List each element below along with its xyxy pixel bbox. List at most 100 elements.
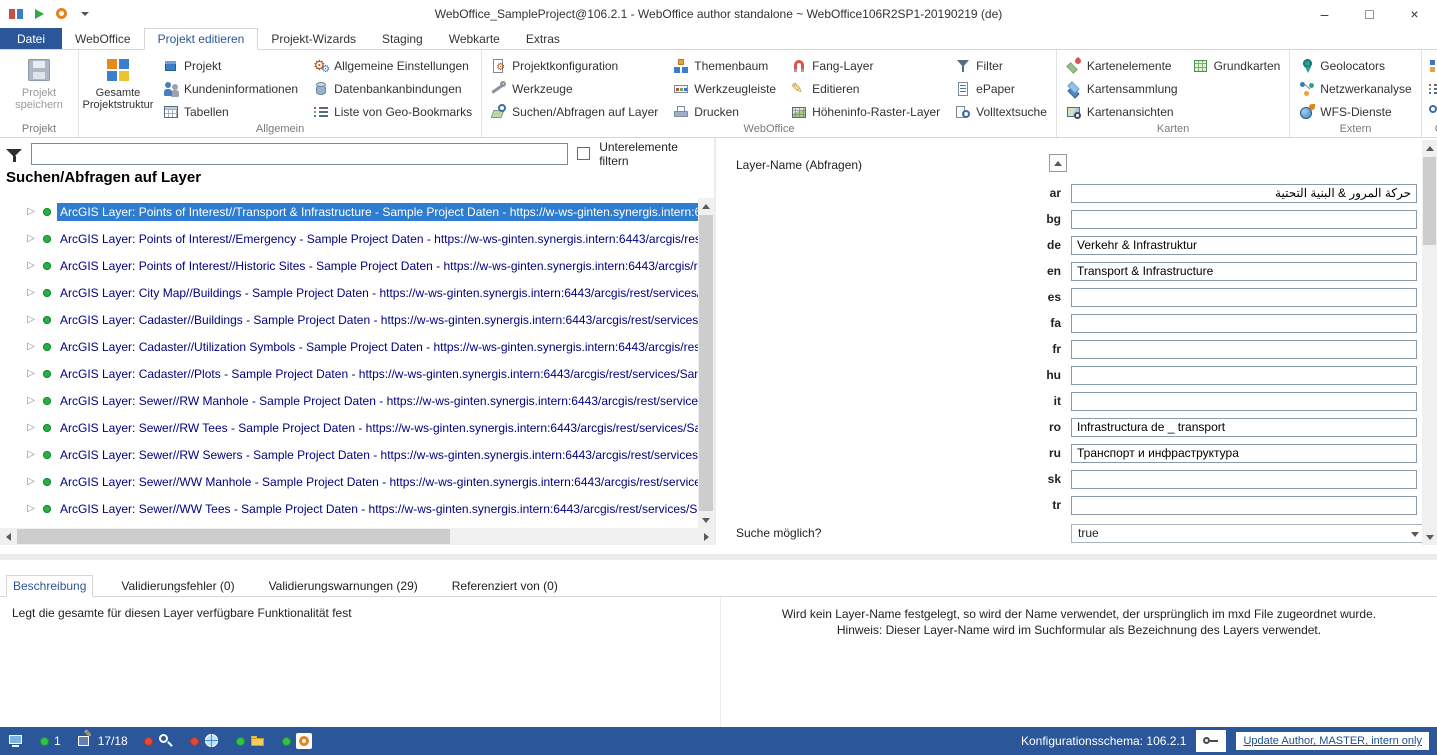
tree-item[interactable]: ▷ArcGIS Layer: Points of Interest//Histo… <box>0 252 698 279</box>
scrollbar-thumb[interactable] <box>1423 157 1436 245</box>
kartenelemente-button[interactable]: Kartenelemente <box>1063 55 1181 76</box>
expand-icon[interactable]: ▷ <box>25 206 37 217</box>
scrollbar-thumb[interactable] <box>699 215 713 511</box>
scroll-up-button[interactable] <box>698 198 714 214</box>
layer-name-input-fr[interactable] <box>1071 340 1417 359</box>
expand-icon[interactable]: ▷ <box>25 422 37 433</box>
fang-layer-button[interactable]: Fang-Layer <box>788 55 943 76</box>
scroll-up-button[interactable] <box>1422 140 1437 156</box>
expand-icon[interactable]: ▷ <box>25 476 37 487</box>
tab-beschreibung[interactable]: Beschreibung <box>6 575 93 597</box>
maximize-button[interactable]: □ <box>1347 0 1392 28</box>
geo-bookmarks-button[interactable]: Liste von Geo-Bookmarks <box>310 101 475 122</box>
core-apps-icon[interactable] <box>1428 58 1437 74</box>
tree-item[interactable]: ▷ArcGIS Layer: Cadaster//Utilization Sym… <box>0 333 698 360</box>
scroll-right-button[interactable] <box>698 528 714 545</box>
close-button[interactable]: × <box>1392 0 1437 28</box>
suche-moeglich-select[interactable]: true <box>1071 524 1425 543</box>
tab-validierungsfehler[interactable]: Validierungsfehler (0) <box>115 575 240 596</box>
volltextsuche-button[interactable]: Volltextsuche <box>952 101 1050 122</box>
tab-validierungswarnungen[interactable]: Validierungswarnungen (29) <box>263 575 424 596</box>
layer-name-input-de[interactable] <box>1071 236 1417 255</box>
wfs-dienste-button[interactable]: WFS-Dienste <box>1296 101 1414 122</box>
properties-scroll-up-button[interactable] <box>1049 154 1067 172</box>
layer-name-input-fa[interactable] <box>1071 314 1417 333</box>
kartenansichten-button[interactable]: Kartenansichten <box>1063 101 1181 122</box>
tree-item[interactable]: ▷ArcGIS Layer: Sewer//WW Manhole - Sampl… <box>0 468 698 495</box>
scroll-down-button[interactable] <box>1422 529 1437 545</box>
suchen-abfragen-layer-button[interactable]: Suchen/Abfragen auf Layer <box>488 101 661 122</box>
tree-item[interactable]: ▷ArcGIS Layer: Sewer//WW Tees - Sample P… <box>0 495 698 522</box>
tree-item[interactable]: ▷ArcGIS Layer: Sewer//RW Manhole - Sampl… <box>0 387 698 414</box>
run-project-icon[interactable] <box>31 6 47 22</box>
core-list-icon[interactable] <box>1428 81 1437 97</box>
expand-icon[interactable]: ▷ <box>25 287 37 298</box>
layer-name-input-tr[interactable] <box>1071 496 1417 515</box>
app-icon[interactable] <box>8 6 24 22</box>
tree-item[interactable]: ▷ArcGIS Layer: Sewer//RW Tees - Sample P… <box>0 414 698 441</box>
expand-icon[interactable]: ▷ <box>25 341 37 352</box>
allgemeine-einstellungen-button[interactable]: Allgemeine Einstellungen <box>310 55 475 76</box>
kundeninformationen-button[interactable]: Kundeninformationen <box>160 78 301 99</box>
layer-name-input-bg[interactable] <box>1071 210 1417 229</box>
filter-subelements-checkbox[interactable] <box>577 147 590 160</box>
tab-projekt-editieren[interactable]: Projekt editieren <box>144 28 259 50</box>
horizontal-splitter[interactable] <box>0 545 1437 575</box>
tab-datei[interactable]: Datei <box>0 28 62 49</box>
tree-item[interactable]: ▷ArcGIS Layer: Sewer//RW Sewers - Sample… <box>0 441 698 468</box>
tab-webkarte[interactable]: Webkarte <box>436 28 513 49</box>
tree-item[interactable]: ▷ArcGIS Layer: City Map//Buildings - Sam… <box>0 279 698 306</box>
netzwerkanalyse-button[interactable]: Netzwerkanalyse <box>1296 78 1414 99</box>
drucken-button[interactable]: Drucken <box>670 101 779 122</box>
properties-vertical-scrollbar[interactable] <box>1422 140 1437 545</box>
layer-name-input-it[interactable] <box>1071 392 1417 411</box>
scroll-left-button[interactable] <box>0 528 16 545</box>
epaper-button[interactable]: ePaper <box>952 78 1050 99</box>
tab-referenziert-von[interactable]: Referenziert von (0) <box>446 575 564 596</box>
projekt-button[interactable]: Projekt <box>160 55 301 76</box>
layer-name-input-sk[interactable] <box>1071 470 1417 489</box>
update-author-link[interactable]: Update Author, MASTER, intern only <box>1236 732 1429 750</box>
expand-icon[interactable]: ▷ <box>25 395 37 406</box>
hoeheninfo-raster-layer-button[interactable]: Höheninfo-Raster-Layer <box>788 101 943 122</box>
tab-projekt-wizards[interactable]: Projekt-Wizards <box>258 28 369 49</box>
layer-name-input-ro[interactable] <box>1071 418 1417 437</box>
layer-name-input-es[interactable] <box>1071 288 1417 307</box>
tree-vertical-scrollbar[interactable] <box>698 198 714 528</box>
tree-item[interactable]: ▷ArcGIS Layer: Points of Interest//Trans… <box>0 198 698 225</box>
tab-extras[interactable]: Extras <box>513 28 573 49</box>
tab-staging[interactable]: Staging <box>369 28 436 49</box>
scroll-down-button[interactable] <box>698 512 714 528</box>
filter-input[interactable] <box>31 143 568 165</box>
layer-name-input-ar[interactable] <box>1071 184 1417 203</box>
filter-button[interactable]: Filter <box>952 55 1050 76</box>
expand-icon[interactable]: ▷ <box>25 449 37 460</box>
tabellen-button[interactable]: Tabellen <box>160 101 301 122</box>
geolocators-button[interactable]: Geolocators <box>1296 55 1414 76</box>
expand-icon[interactable]: ▷ <box>25 503 37 514</box>
tree-horizontal-scrollbar[interactable] <box>0 528 714 545</box>
werkzeugleiste-button[interactable]: Werkzeugleiste <box>670 78 779 99</box>
scrollbar-thumb[interactable] <box>17 529 450 544</box>
core-user-search-icon[interactable] <box>1428 104 1437 120</box>
key-button[interactable] <box>1196 730 1226 752</box>
weboffice-logo-icon[interactable] <box>54 6 70 22</box>
projekt-speichern-button[interactable]: Projekt speichern <box>6 53 72 111</box>
layer-name-input-hu[interactable] <box>1071 366 1417 385</box>
themenbaum-button[interactable]: Themenbaum <box>670 55 779 76</box>
expand-icon[interactable]: ▷ <box>25 233 37 244</box>
tree-item[interactable]: ▷ArcGIS Layer: Cadaster//Buildings - Sam… <box>0 306 698 333</box>
expand-icon[interactable]: ▷ <box>25 314 37 325</box>
werkzeuge-button[interactable]: Werkzeuge <box>488 78 661 99</box>
minimize-button[interactable]: – <box>1302 0 1347 28</box>
layer-name-input-ru[interactable] <box>1071 444 1417 463</box>
expand-icon[interactable]: ▷ <box>25 368 37 379</box>
tree-item[interactable]: ▷ArcGIS Layer: Cadaster//Plots - Sample … <box>0 360 698 387</box>
kartensammlung-button[interactable]: Kartensammlung <box>1063 78 1181 99</box>
projektkonfiguration-button[interactable]: Projektkonfiguration <box>488 55 661 76</box>
expand-icon[interactable]: ▷ <box>25 260 37 271</box>
editieren-button[interactable]: Editieren <box>788 78 943 99</box>
datenbankanbindungen-button[interactable]: Datenbankanbindungen <box>310 78 475 99</box>
layer-name-input-en[interactable] <box>1071 262 1417 281</box>
grundkarten-button[interactable]: Grundkarten <box>1190 55 1284 76</box>
